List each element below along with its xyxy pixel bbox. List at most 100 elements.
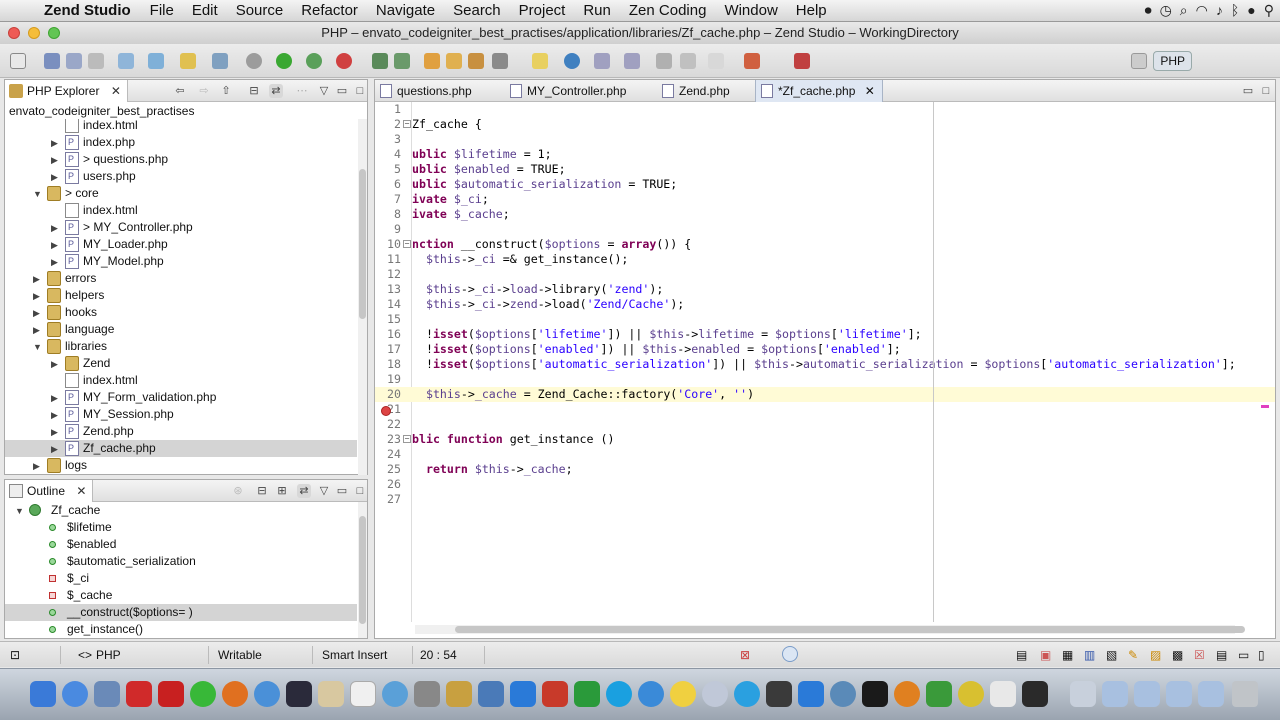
spotlight-search-icon[interactable]: ⌕ (1180, 2, 1188, 19)
te-app-icon[interactable] (638, 681, 664, 707)
expand-twisty-icon[interactable]: ▶ (51, 393, 61, 403)
activity-monitor-icon[interactable] (862, 681, 888, 707)
tree-item[interactable]: ▶ language (5, 321, 357, 338)
powerpoint-icon[interactable] (542, 681, 568, 707)
console-icon[interactable]: ▥ (1084, 648, 1095, 662)
up-icon[interactable]: ⇧ (219, 84, 233, 98)
expand-twisty-icon[interactable]: ▶ (51, 410, 61, 420)
terminal-green-icon[interactable] (926, 681, 952, 707)
chrome-icon[interactable] (958, 681, 984, 707)
status-tool-icon[interactable]: ▤ (1016, 648, 1027, 662)
menu-navigate[interactable]: Navigate (367, 2, 444, 19)
code-line[interactable]: 12 (375, 267, 1275, 282)
outline-scrollbar[interactable] (358, 502, 367, 638)
tasks-icon[interactable]: ▣ (1040, 648, 1051, 662)
expand-twisty-icon[interactable]: ▼ (33, 342, 43, 352)
save-all-icon[interactable] (66, 53, 82, 69)
hide-fields-icon[interactable]: ⊞ (275, 484, 289, 498)
fold-toggle-icon[interactable]: − (403, 435, 411, 443)
code-line[interactable]: 10− nction __construct($options = array()… (375, 237, 1275, 252)
tree-item[interactable]: ▶ index.php (5, 134, 357, 151)
expand-twisty-icon[interactable]: ▶ (33, 308, 43, 318)
code-line[interactable]: 19 (375, 372, 1275, 387)
highlight-toggle-icon[interactable] (532, 53, 548, 69)
outline-scroll-thumb[interactable] (359, 516, 366, 624)
menu-zen-coding[interactable]: Zen Coding (620, 2, 716, 19)
code-line[interactable]: 6 ublic $automatic_serialization = TRUE; (375, 177, 1275, 192)
code-line[interactable]: 18 !isset($options['automatic_serializat… (375, 357, 1275, 372)
tree-item[interactable]: ▶ MY_Loader.php (5, 236, 357, 253)
screenshot-icon[interactable] (478, 681, 504, 707)
open-folder-icon[interactable] (424, 53, 440, 69)
ie-icon[interactable] (734, 681, 760, 707)
folder-icon[interactable] (446, 53, 462, 69)
minimize-view-icon[interactable]: ▭ (335, 84, 349, 98)
expand-twisty-icon[interactable]: ▼ (15, 506, 25, 516)
outline-item[interactable]: $lifetime (5, 519, 357, 536)
link-outline-icon[interactable]: ⇄ (297, 484, 311, 498)
explorer-scrollbar[interactable] (358, 119, 367, 475)
code-line[interactable]: 25 return $this->_cache; (375, 462, 1275, 477)
editor-horizontal-scrollbar[interactable] (415, 625, 1245, 634)
quick-access-icon[interactable]: ⊡ (10, 648, 20, 662)
excel-icon[interactable] (574, 681, 600, 707)
menu-window[interactable]: Window (715, 2, 786, 19)
profile-icon[interactable] (372, 53, 388, 69)
code-line[interactable]: 1 (375, 102, 1275, 117)
tree-item[interactable]: ▶ Zend (5, 355, 357, 372)
expand-twisty-icon[interactable]: ▶ (51, 427, 61, 437)
debug-view-icon[interactable]: ✎ (1128, 648, 1138, 662)
code-line[interactable]: 2− Zf_cache { (375, 117, 1275, 132)
window-close-button[interactable] (8, 27, 20, 39)
wifi-icon[interactable]: ◠ (1196, 2, 1208, 19)
phpunit-icon[interactable]: ▩ (1172, 648, 1183, 662)
expand-twisty-icon[interactable]: ▼ (33, 189, 43, 199)
tab-my-controller-php[interactable]: MY_Controller.php (505, 80, 645, 102)
archive-icon[interactable] (468, 53, 484, 69)
tree-item[interactable]: index.html (5, 202, 357, 219)
back-icon[interactable] (680, 53, 696, 69)
tab-questions-php[interactable]: questions.php (375, 80, 499, 102)
expand-twisty-icon[interactable]: ▶ (51, 444, 61, 454)
menu-edit[interactable]: Edit (183, 2, 227, 19)
expand-twisty-icon[interactable]: ▶ (51, 257, 61, 267)
bluetooth-icon[interactable]: ᛒ (1231, 2, 1239, 19)
tree-item[interactable]: ▶ > MY_Controller.php (5, 219, 357, 236)
code-line[interactable]: 4 ublic $lifetime = 1; (375, 147, 1275, 162)
expand-twisty-icon[interactable]: ▶ (51, 172, 61, 182)
close-tab-icon[interactable]: ✕ (111, 84, 121, 98)
menu-project[interactable]: Project (510, 2, 575, 19)
code-line[interactable]: 15 (375, 312, 1275, 327)
tree-item[interactable]: ▶ MY_Session.php (5, 406, 357, 423)
run-as-icon[interactable] (306, 53, 322, 69)
wand-icon[interactable] (492, 53, 508, 69)
code-line[interactable]: 20 $this->_cache = Zend_Cache::factory('… (375, 387, 1275, 402)
firefox-icon[interactable] (222, 681, 248, 707)
terminal-icon[interactable] (1022, 681, 1048, 707)
tab-php-explorer[interactable]: PHP Explorer ✕ (5, 80, 128, 102)
system-preferences-icon[interactable] (414, 681, 440, 707)
tree-item[interactable]: ▶ > questions.php (5, 151, 357, 168)
new-php-project-icon[interactable] (118, 53, 134, 69)
project-name[interactable]: envato_codeigniter_best_practises (9, 103, 194, 119)
sketch-icon[interactable] (894, 681, 920, 707)
fold-toggle-icon[interactable]: − (403, 120, 411, 128)
open-perspective-icon[interactable] (1131, 53, 1148, 69)
debug-icon[interactable] (246, 53, 262, 69)
code-line[interactable]: 3 (375, 132, 1275, 147)
folder-stack-icon[interactable] (1102, 681, 1128, 707)
tree-item[interactable]: ▶ MY_Form_validation.php (5, 389, 357, 406)
bookmark-icon[interactable]: ▨ (1150, 648, 1161, 662)
overview-ruler-marker[interactable] (1261, 405, 1269, 408)
trash-icon[interactable] (1232, 681, 1258, 707)
tree-item[interactable]: ▶ Zend.php (5, 423, 357, 440)
safari-icon[interactable] (254, 681, 280, 707)
menu-file[interactable]: File (141, 2, 183, 19)
code-line[interactable]: 23− blic function get_instance () (375, 432, 1275, 447)
code-line[interactable]: 8 ivate $_cache; (375, 207, 1275, 222)
code-line[interactable]: 24 (375, 447, 1275, 462)
deploy-icon[interactable] (794, 53, 810, 69)
outline-item[interactable]: __construct($options= ) (5, 604, 357, 621)
cyberduck-icon[interactable] (670, 681, 696, 707)
applications-stack-icon[interactable] (1166, 681, 1192, 707)
